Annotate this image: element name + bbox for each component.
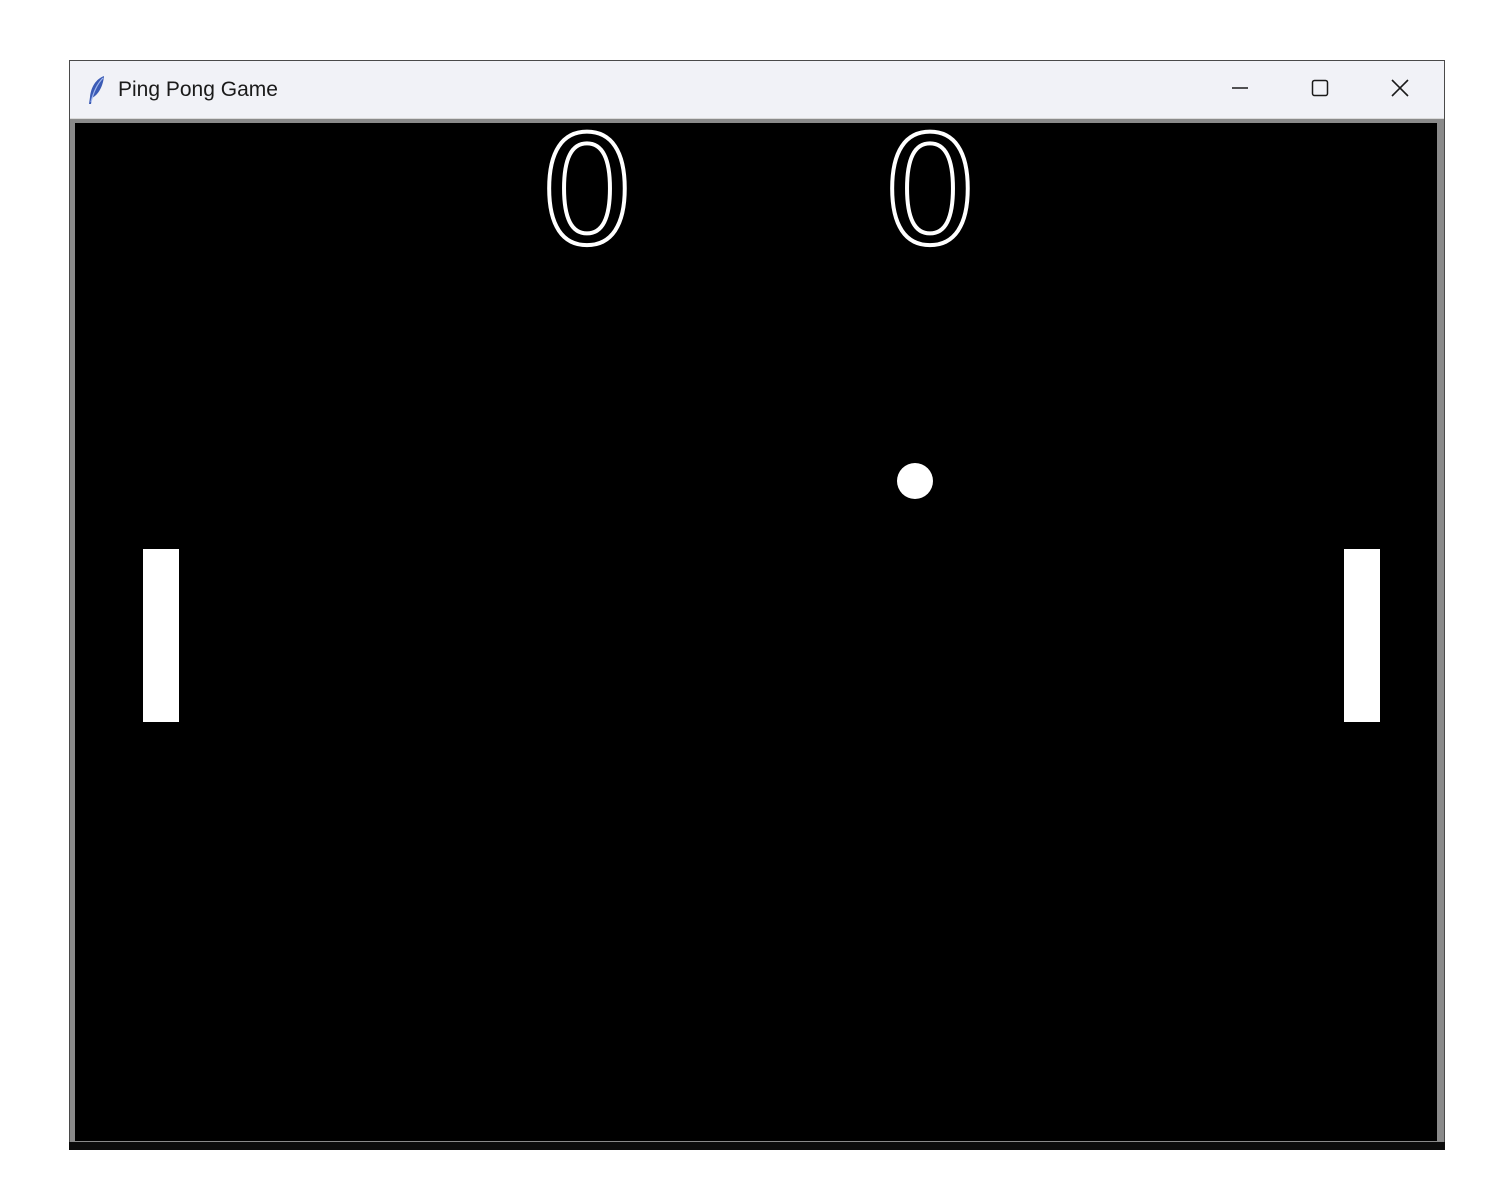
game-canvas[interactable]: 0 0 bbox=[75, 123, 1437, 1141]
score-right: 0 bbox=[880, 123, 979, 279]
minimize-button[interactable] bbox=[1200, 61, 1280, 119]
canvas-frame: 0 0 bbox=[70, 119, 1444, 1149]
right-paddle bbox=[1344, 549, 1380, 722]
game-window: Ping Pong Game 0 0 bbox=[69, 60, 1445, 1150]
window-title: Ping Pong Game bbox=[118, 78, 278, 101]
left-paddle bbox=[143, 549, 179, 722]
ball bbox=[897, 463, 933, 499]
maximize-button[interactable] bbox=[1280, 61, 1360, 119]
close-icon bbox=[1390, 78, 1410, 103]
maximize-icon bbox=[1310, 78, 1330, 103]
close-button[interactable] bbox=[1360, 61, 1440, 119]
background-terminal-strip bbox=[69, 1142, 1445, 1150]
title-bar[interactable]: Ping Pong Game bbox=[70, 61, 1444, 119]
feather-icon bbox=[86, 75, 108, 105]
minimize-icon bbox=[1230, 78, 1250, 103]
score-left: 0 bbox=[537, 123, 636, 279]
